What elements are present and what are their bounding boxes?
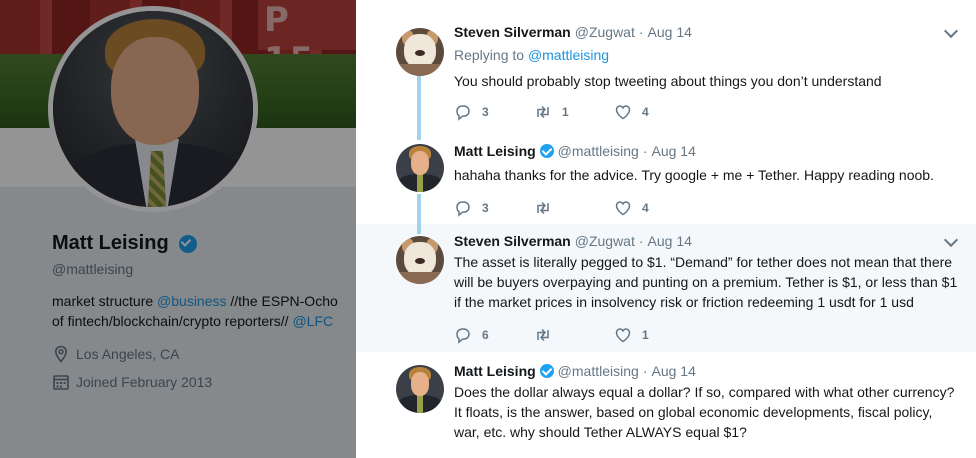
- tweet-actions: 3 1 4: [454, 103, 960, 121]
- thread-line: [417, 136, 421, 140]
- reply-button[interactable]: 3: [454, 199, 534, 217]
- like-button[interactable]: 4: [614, 199, 694, 217]
- tweet-date[interactable]: Aug 14: [648, 233, 692, 249]
- reply-button[interactable]: 3: [454, 103, 534, 121]
- tweet-text: You should probably stop tweeting about …: [454, 73, 882, 89]
- tweet-header: Matt Leising @mattleising · Aug 14: [454, 142, 960, 159]
- avatar[interactable]: [396, 236, 444, 284]
- conversation-panel: Steven Silverman @Zugwat · Aug 14 Replyi…: [356, 0, 976, 458]
- like-icon: [615, 201, 631, 216]
- tweet[interactable]: Steven Silverman @Zugwat · Aug 14 The as…: [356, 224, 976, 352]
- like-icon: [615, 328, 631, 343]
- like-button[interactable]: 4: [614, 103, 694, 121]
- tweet-header: Steven Silverman @Zugwat · Aug 14: [454, 24, 960, 40]
- tweet[interactable]: Matt Leising @mattleising · Aug 14 hahah…: [356, 136, 976, 224]
- tweet-text: The asset is literally pegged to $1. “De…: [454, 254, 958, 310]
- tweet-actions: 6 1: [454, 326, 960, 344]
- tweet-date[interactable]: Aug 14: [648, 24, 692, 40]
- author-name[interactable]: Matt Leising: [454, 143, 536, 159]
- retweet-button[interactable]: 1: [534, 103, 614, 121]
- tweet-actions: 3 4: [454, 199, 960, 217]
- like-button[interactable]: 1: [614, 326, 694, 344]
- tweet-text: Does the dollar always equal a dollar? I…: [454, 384, 955, 440]
- reply-button[interactable]: 6: [454, 326, 534, 344]
- like-count: 4: [642, 105, 649, 119]
- separator: ·: [642, 143, 648, 159]
- retweet-icon: [537, 328, 549, 342]
- separator: ·: [638, 24, 644, 40]
- author-name[interactable]: Steven Silverman: [454, 233, 571, 249]
- thread-line: [417, 194, 421, 224]
- reply-icon: [456, 328, 470, 344]
- reply-icon: [456, 105, 470, 121]
- avatar[interactable]: [396, 28, 444, 76]
- tweet-date[interactable]: Aug 14: [651, 363, 695, 379]
- reply-count: 6: [482, 328, 489, 342]
- retweet-button[interactable]: [534, 326, 614, 344]
- avatar[interactable]: [396, 144, 444, 192]
- author-handle[interactable]: @mattleising: [558, 363, 639, 379]
- modal-overlay[interactable]: [0, 0, 356, 458]
- like-icon: [615, 105, 631, 120]
- retweet-count: 1: [562, 105, 569, 119]
- tweet[interactable]: Matt Leising @mattleising · Aug 14 Does …: [356, 352, 976, 458]
- reply-count: 3: [482, 201, 489, 215]
- tweet-header: Steven Silverman @Zugwat · Aug 14: [454, 233, 960, 249]
- replying-label: Replying to: [454, 47, 528, 63]
- tweet-header: Matt Leising @mattleising · Aug 14: [454, 362, 960, 379]
- separator: ·: [638, 233, 644, 249]
- avatar[interactable]: [396, 365, 444, 413]
- like-count: 1: [642, 328, 649, 342]
- reply-count: 3: [482, 105, 489, 119]
- replying-to: Replying to @mattleising: [454, 47, 960, 63]
- retweet-icon: [537, 201, 549, 215]
- replying-handle-link[interactable]: @mattleising: [528, 47, 609, 63]
- author-handle[interactable]: @mattleising: [558, 143, 639, 159]
- reply-icon: [456, 201, 470, 217]
- separator: ·: [642, 363, 648, 379]
- tweet-text: hahaha thanks for the advice. Try google…: [454, 167, 934, 183]
- author-name[interactable]: Matt Leising: [454, 363, 536, 379]
- thread-line: [417, 76, 421, 136]
- like-count: 4: [642, 201, 649, 215]
- retweet-button[interactable]: [534, 199, 614, 217]
- author-handle[interactable]: @Zugwat: [575, 24, 635, 40]
- thread-line: [417, 224, 421, 234]
- verified-icon: [539, 364, 554, 378]
- verified-icon: [539, 144, 554, 158]
- author-name[interactable]: Steven Silverman: [454, 24, 571, 40]
- author-handle[interactable]: @Zugwat: [575, 233, 635, 249]
- tweet[interactable]: Steven Silverman @Zugwat · Aug 14 Replyi…: [356, 0, 976, 136]
- tweet-date[interactable]: Aug 14: [651, 143, 695, 159]
- retweet-icon: [537, 105, 549, 119]
